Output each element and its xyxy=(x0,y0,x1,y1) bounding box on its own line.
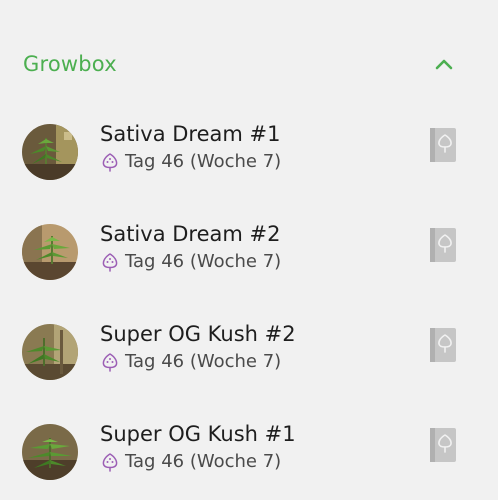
plant-age: Tag 46 (Woche 7) xyxy=(100,350,281,374)
plant-list-screen: Growbox Sativa Dream #1 Tag 46 (Woche 7)… xyxy=(0,0,498,500)
plant-photo-avatar xyxy=(22,424,78,480)
plant-photo-avatar xyxy=(22,124,78,180)
plant-age: Tag 46 (Woche 7) xyxy=(100,450,281,474)
plant-age-text: Tag 46 (Woche 7) xyxy=(125,451,282,472)
chevron-up-icon[interactable] xyxy=(430,50,458,78)
plant-age: Tag 46 (Woche 7) xyxy=(100,150,281,174)
plant-photo-avatar xyxy=(22,324,78,380)
plant-stage-icon xyxy=(100,352,120,372)
section-title: Growbox xyxy=(23,52,117,76)
plant-name: Sativa Dream #1 xyxy=(100,122,281,146)
section-header[interactable]: Growbox xyxy=(0,38,498,90)
plant-row[interactable]: Sativa Dream #1 Tag 46 (Woche 7) xyxy=(0,117,498,207)
journal-icon[interactable] xyxy=(429,327,457,363)
plant-stage-icon xyxy=(100,152,120,172)
plant-name: Sativa Dream #2 xyxy=(100,222,281,246)
plant-name: Super OG Kush #2 xyxy=(100,322,296,346)
plant-row[interactable]: Super OG Kush #2 Tag 46 (Woche 7) xyxy=(0,317,498,407)
plant-age-text: Tag 46 (Woche 7) xyxy=(125,351,282,372)
plant-photo-avatar xyxy=(22,224,78,280)
plant-age-text: Tag 46 (Woche 7) xyxy=(125,151,282,172)
plant-stage-icon xyxy=(100,252,120,272)
plant-age-text: Tag 46 (Woche 7) xyxy=(125,251,282,272)
plant-stage-icon xyxy=(100,452,120,472)
journal-icon[interactable] xyxy=(429,427,457,463)
plant-name: Super OG Kush #1 xyxy=(100,422,296,446)
plant-row[interactable]: Sativa Dream #2 Tag 46 (Woche 7) xyxy=(0,217,498,307)
plant-row[interactable]: Super OG Kush #1 Tag 46 (Woche 7) xyxy=(0,417,498,500)
journal-icon[interactable] xyxy=(429,127,457,163)
journal-icon[interactable] xyxy=(429,227,457,263)
plant-age: Tag 46 (Woche 7) xyxy=(100,250,281,274)
